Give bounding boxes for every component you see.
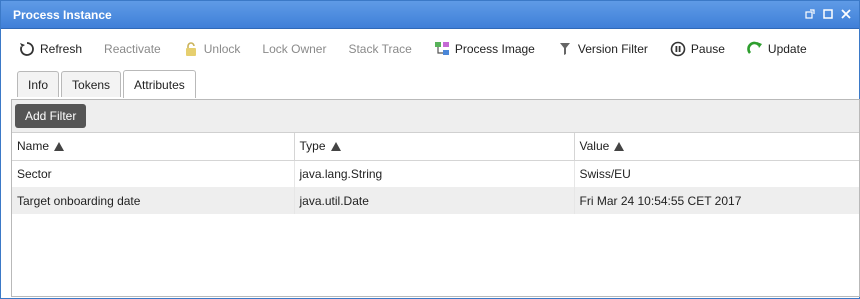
column-header-name[interactable]: Name <box>12 133 295 161</box>
process-image-button[interactable]: Process Image <box>434 41 535 57</box>
tab-attributes[interactable]: Attributes <box>123 70 196 98</box>
reactivate-label: Reactivate <box>104 42 161 56</box>
sort-asc-icon <box>54 142 65 152</box>
column-header-label: Type <box>299 139 326 154</box>
cell-type: java.lang.String <box>294 160 575 187</box>
cell-value: Fri Mar 24 10:54:55 CET 2017 <box>574 187 859 214</box>
cell-type: java.util.Date <box>294 187 575 214</box>
table-row[interactable]: Sector java.lang.String Swiss/EU <box>12 160 859 187</box>
tab-info[interactable]: Info <box>17 71 60 97</box>
popout-icon[interactable] <box>805 9 815 19</box>
process-instance-window: Process Instance Refresh Reactivate Unlo… <box>0 0 860 299</box>
attributes-panel: Add Filter Name Type Value Sector java.l… <box>11 99 860 297</box>
update-icon <box>747 41 763 57</box>
tab-tokens[interactable]: Tokens <box>61 71 122 97</box>
pause-button[interactable]: Pause <box>670 41 725 57</box>
lock-owner-label: Lock Owner <box>262 42 327 56</box>
cell-value: Swiss/EU <box>579 166 631 181</box>
version-filter-button[interactable]: Version Filter <box>557 41 648 57</box>
update-label: Update <box>767 42 807 56</box>
maximize-icon[interactable] <box>823 9 833 19</box>
sort-asc-icon <box>614 142 625 152</box>
unlock-label: Unlock <box>203 42 241 56</box>
process-image-icon <box>434 41 450 57</box>
close-icon[interactable] <box>841 9 851 19</box>
column-header-label: Name <box>17 139 50 154</box>
table-row[interactable]: Target onboarding date java.util.Date Fr… <box>12 187 859 214</box>
stack-trace-label: Stack Trace <box>348 42 412 56</box>
version-filter-label: Version Filter <box>577 42 648 56</box>
refresh-label: Refresh <box>40 42 83 56</box>
toolbar: Refresh Reactivate Unlock Lock Owner Sta… <box>1 29 859 69</box>
filter-bar: Add Filter <box>12 100 859 133</box>
sort-asc-icon <box>330 142 341 152</box>
column-header-type[interactable]: Type <box>294 133 575 161</box>
attributes-table: Name Type Value Sector java.lang.String … <box>12 133 859 214</box>
column-header-value[interactable]: Value <box>574 133 859 161</box>
window-controls <box>805 9 851 19</box>
lock-owner-button[interactable]: Lock Owner <box>262 42 326 56</box>
cell-name: Sector <box>12 160 295 187</box>
add-filter-button[interactable]: Add Filter <box>15 104 87 128</box>
column-header-label: Value <box>579 139 610 154</box>
window-title: Process Instance <box>13 7 112 22</box>
cell-name: Target onboarding date <box>12 187 295 214</box>
pause-label: Pause <box>690 42 725 56</box>
filter-icon <box>557 41 573 57</box>
reactivate-button[interactable]: Reactivate <box>104 42 161 56</box>
stack-trace-button[interactable]: Stack Trace <box>348 42 411 56</box>
tab-bar: Info Tokens Attributes <box>1 69 859 98</box>
lock-icon <box>183 41 199 57</box>
process-image-label: Process Image <box>454 42 535 56</box>
pause-icon <box>670 41 686 57</box>
refresh-button[interactable]: Refresh <box>19 41 82 57</box>
table-header-row: Name Type Value <box>12 133 859 161</box>
refresh-icon <box>19 41 35 57</box>
update-button[interactable]: Update <box>747 41 807 57</box>
unlock-button[interactable]: Unlock <box>183 41 241 57</box>
title-bar[interactable]: Process Instance <box>1 1 859 29</box>
